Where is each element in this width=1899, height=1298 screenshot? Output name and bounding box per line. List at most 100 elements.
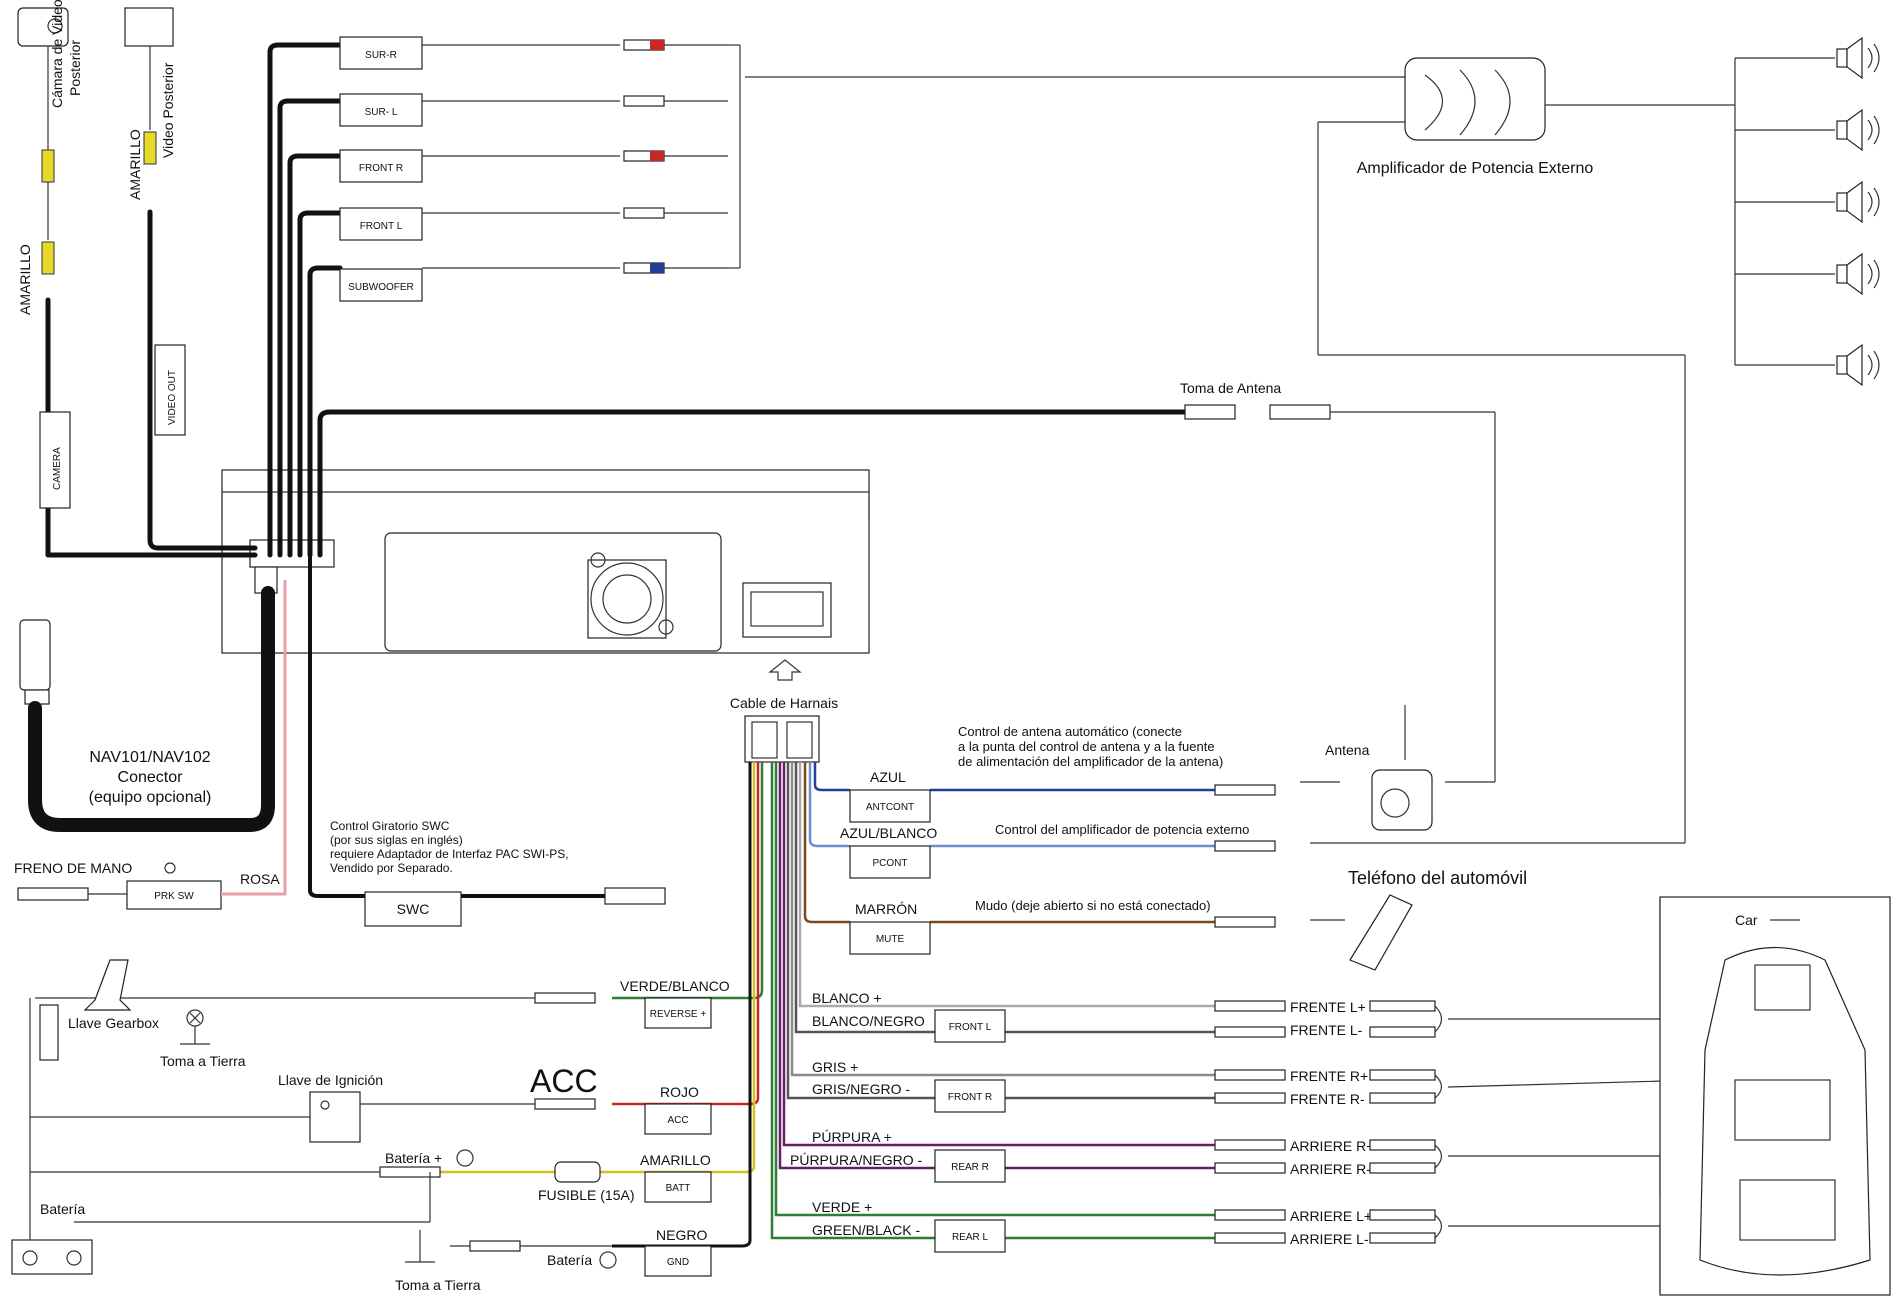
speaker-icon <box>1735 343 1880 387</box>
svg-text:BLANCO +: BLANCO + <box>812 990 882 1006</box>
svg-text:Cable de Harnais: Cable de Harnais <box>730 695 838 711</box>
svg-text:GRIS +: GRIS + <box>812 1059 858 1075</box>
svg-text:GRIS/NEGRO -: GRIS/NEGRO - <box>812 1081 910 1097</box>
svg-text:Car: Car <box>1735 912 1758 928</box>
svg-text:FRENTE R-: FRENTE R- <box>1290 1091 1365 1107</box>
svg-text:FRONT L: FRONT L <box>949 1022 992 1033</box>
svg-text:REVERSE +: REVERSE + <box>650 1009 707 1020</box>
svg-text:AMARILLO: AMARILLO <box>17 244 33 315</box>
svg-text:VERDE/BLANCO: VERDE/BLANCO <box>620 978 730 994</box>
svg-text:Llave de Ignición: Llave de Ignición <box>278 1072 383 1088</box>
antenna-icon <box>1371 705 1433 831</box>
speaker-icon <box>1735 36 1880 80</box>
wiring-diagram: SUR-R SUR- L FRONT R FRONT L SUBWOOFER C… <box>11 0 1891 1296</box>
svg-text:Cámara de Video: Cámara de Video <box>49 0 65 108</box>
svg-text:ANTCONT: ANTCONT <box>866 802 914 813</box>
svg-text:(por sus siglas en inglés): (por sus siglas en inglés) <box>330 833 463 847</box>
harness-right-labels: AZUL ANTCONT Control de antena automátic… <box>840 724 1345 955</box>
svg-text:FRONT L: FRONT L <box>360 221 403 232</box>
external-amplifier: Amplificador de Potencia Externo <box>1310 57 1736 844</box>
svg-text:ARRIERE R-: ARRIERE R- <box>1290 1161 1371 1177</box>
gear-lever-icon <box>39 959 132 1061</box>
svg-text:(equipo opcional): (equipo opcional) <box>89 789 212 806</box>
svg-text:Conector: Conector <box>118 769 184 786</box>
svg-text:Toma a Tierra: Toma a Tierra <box>160 1053 246 1069</box>
speaker-icon <box>1735 252 1880 296</box>
svg-text:FRONT R: FRONT R <box>948 1092 992 1103</box>
battery-icon <box>11 1239 93 1275</box>
key-icon <box>309 1091 361 1143</box>
svg-text:FRONT R: FRONT R <box>359 163 403 174</box>
svg-text:ARRIERE L-: ARRIERE L- <box>1290 1231 1369 1247</box>
svg-text:SUR- L: SUR- L <box>365 107 398 118</box>
amplifier-icon <box>1404 57 1546 141</box>
svg-text:Vendido por Separado.: Vendido por Separado. <box>330 861 453 875</box>
svg-text:Toma de Antena: Toma de Antena <box>1180 380 1281 396</box>
fuse-icon <box>554 1161 601 1183</box>
rear-camera: Cámara de Video Posterior AMARILLO CAMER… <box>17 0 83 509</box>
svg-text:Control del amplificador de po: Control del amplificador de potencia ext… <box>995 822 1249 837</box>
svg-text:SUR-R: SUR-R <box>365 50 397 61</box>
svg-text:Antena: Antena <box>1325 742 1370 758</box>
svg-text:PCONT: PCONT <box>873 858 908 869</box>
rca-box-front-l: FRONT L <box>339 207 423 241</box>
rca-box-subwoofer: SUBWOOFER <box>339 268 423 302</box>
svg-text:VERDE +: VERDE + <box>812 1199 872 1215</box>
svg-text:Amplificador de Potencia Exter: Amplificador de Potencia Externo <box>1357 160 1594 177</box>
svg-text:Toma a Tierra: Toma a Tierra <box>395 1277 481 1293</box>
svg-text:Posterior: Posterior <box>67 40 83 96</box>
svg-text:BATT: BATT <box>666 1183 691 1194</box>
svg-text:Batería +: Batería + <box>385 1150 442 1166</box>
svg-text:CAMERA: CAMERA <box>52 447 63 490</box>
svg-text:PÚRPURA +: PÚRPURA + <box>812 1129 892 1145</box>
power-antenna: Antena <box>1325 705 1433 831</box>
svg-text:GND: GND <box>667 1257 689 1268</box>
svg-text:AZUL: AZUL <box>870 769 906 785</box>
speaker-wire-groups: BLANCO + BLANCO/NEGRO FRONT L FRENTE L+ … <box>790 897 1701 1294</box>
svg-text:ARRIERE L+: ARRIERE L+ <box>1290 1208 1372 1224</box>
svg-text:Control de antena automático (: Control de antena automático (conecte <box>958 724 1182 739</box>
svg-text:FUSIBLE (15A): FUSIBLE (15A) <box>538 1187 634 1203</box>
svg-text:FRENTE L+: FRENTE L+ <box>1290 999 1366 1015</box>
svg-text:AMARILLO: AMARILLO <box>640 1152 711 1168</box>
svg-text:NAV101/NAV102: NAV101/NAV102 <box>89 749 210 766</box>
car: Car <box>1659 896 1891 1296</box>
ground-icon <box>405 1230 435 1263</box>
svg-text:de alimentación del amplificad: de alimentación del amplificador de la a… <box>958 754 1223 769</box>
lamp-icon <box>186 1009 204 1027</box>
monitor-icon <box>124 7 174 47</box>
power-devices: Llave Gearbox Toma a Tierra Llave de Ign… <box>11 959 617 1293</box>
svg-text:AMARILLO: AMARILLO <box>127 129 143 200</box>
svg-text:Mudo (deje abierto si no está: Mudo (deje abierto si no está conectado) <box>975 898 1211 913</box>
fan-icon <box>587 552 674 639</box>
ground-icon <box>180 1026 210 1045</box>
svg-text:REAR L: REAR L <box>952 1232 989 1243</box>
phone-icon <box>1349 894 1413 971</box>
svg-text:PRK SW: PRK SW <box>154 891 194 902</box>
rca-box-sur-r: SUR-R <box>339 36 423 70</box>
svg-text:MUTE: MUTE <box>876 934 905 945</box>
svg-text:FRENO DE MANO: FRENO DE MANO <box>14 860 132 876</box>
svg-text:ARRIERE R+: ARRIERE R+ <box>1290 1138 1374 1154</box>
svg-text:AZUL/BLANCO: AZUL/BLANCO <box>840 825 937 841</box>
svg-text:a la punta del control de ante: a la punta del control de antena y a la … <box>958 739 1215 754</box>
svg-text:Llave Gearbox: Llave Gearbox <box>68 1015 159 1031</box>
svg-text:ACC: ACC <box>530 1063 598 1099</box>
svg-text:SUBWOOFER: SUBWOOFER <box>348 282 414 293</box>
svg-text:requiere Adaptador de Interfaz: requiere Adaptador de Interfaz PAC SWI-P… <box>330 847 569 861</box>
svg-text:Batería: Batería <box>547 1252 592 1268</box>
svg-text:GREEN/BLACK -: GREEN/BLACK - <box>812 1222 920 1238</box>
svg-text:MARRÓN: MARRÓN <box>855 901 917 917</box>
svg-text:SWC: SWC <box>397 901 430 917</box>
svg-text:NEGRO: NEGRO <box>656 1227 707 1243</box>
svg-text:Video Posterior: Video Posterior <box>160 62 176 158</box>
rca-box-sur-l: SUR- L <box>339 93 423 127</box>
svg-text:ROJO: ROJO <box>660 1084 699 1100</box>
speaker-icon <box>1735 108 1880 152</box>
svg-text:Teléfono del automóvil: Teléfono del automóvil <box>1348 868 1527 888</box>
svg-text:FRENTE L-: FRENTE L- <box>1290 1022 1363 1038</box>
svg-text:FRENTE R+: FRENTE R+ <box>1290 1068 1368 1084</box>
rca-output-boxes: SUR-R SUR- L FRONT R FRONT L SUBWOOFER <box>339 36 1405 302</box>
svg-text:REAR R: REAR R <box>951 1162 989 1173</box>
svg-text:ROSA: ROSA <box>240 871 280 887</box>
